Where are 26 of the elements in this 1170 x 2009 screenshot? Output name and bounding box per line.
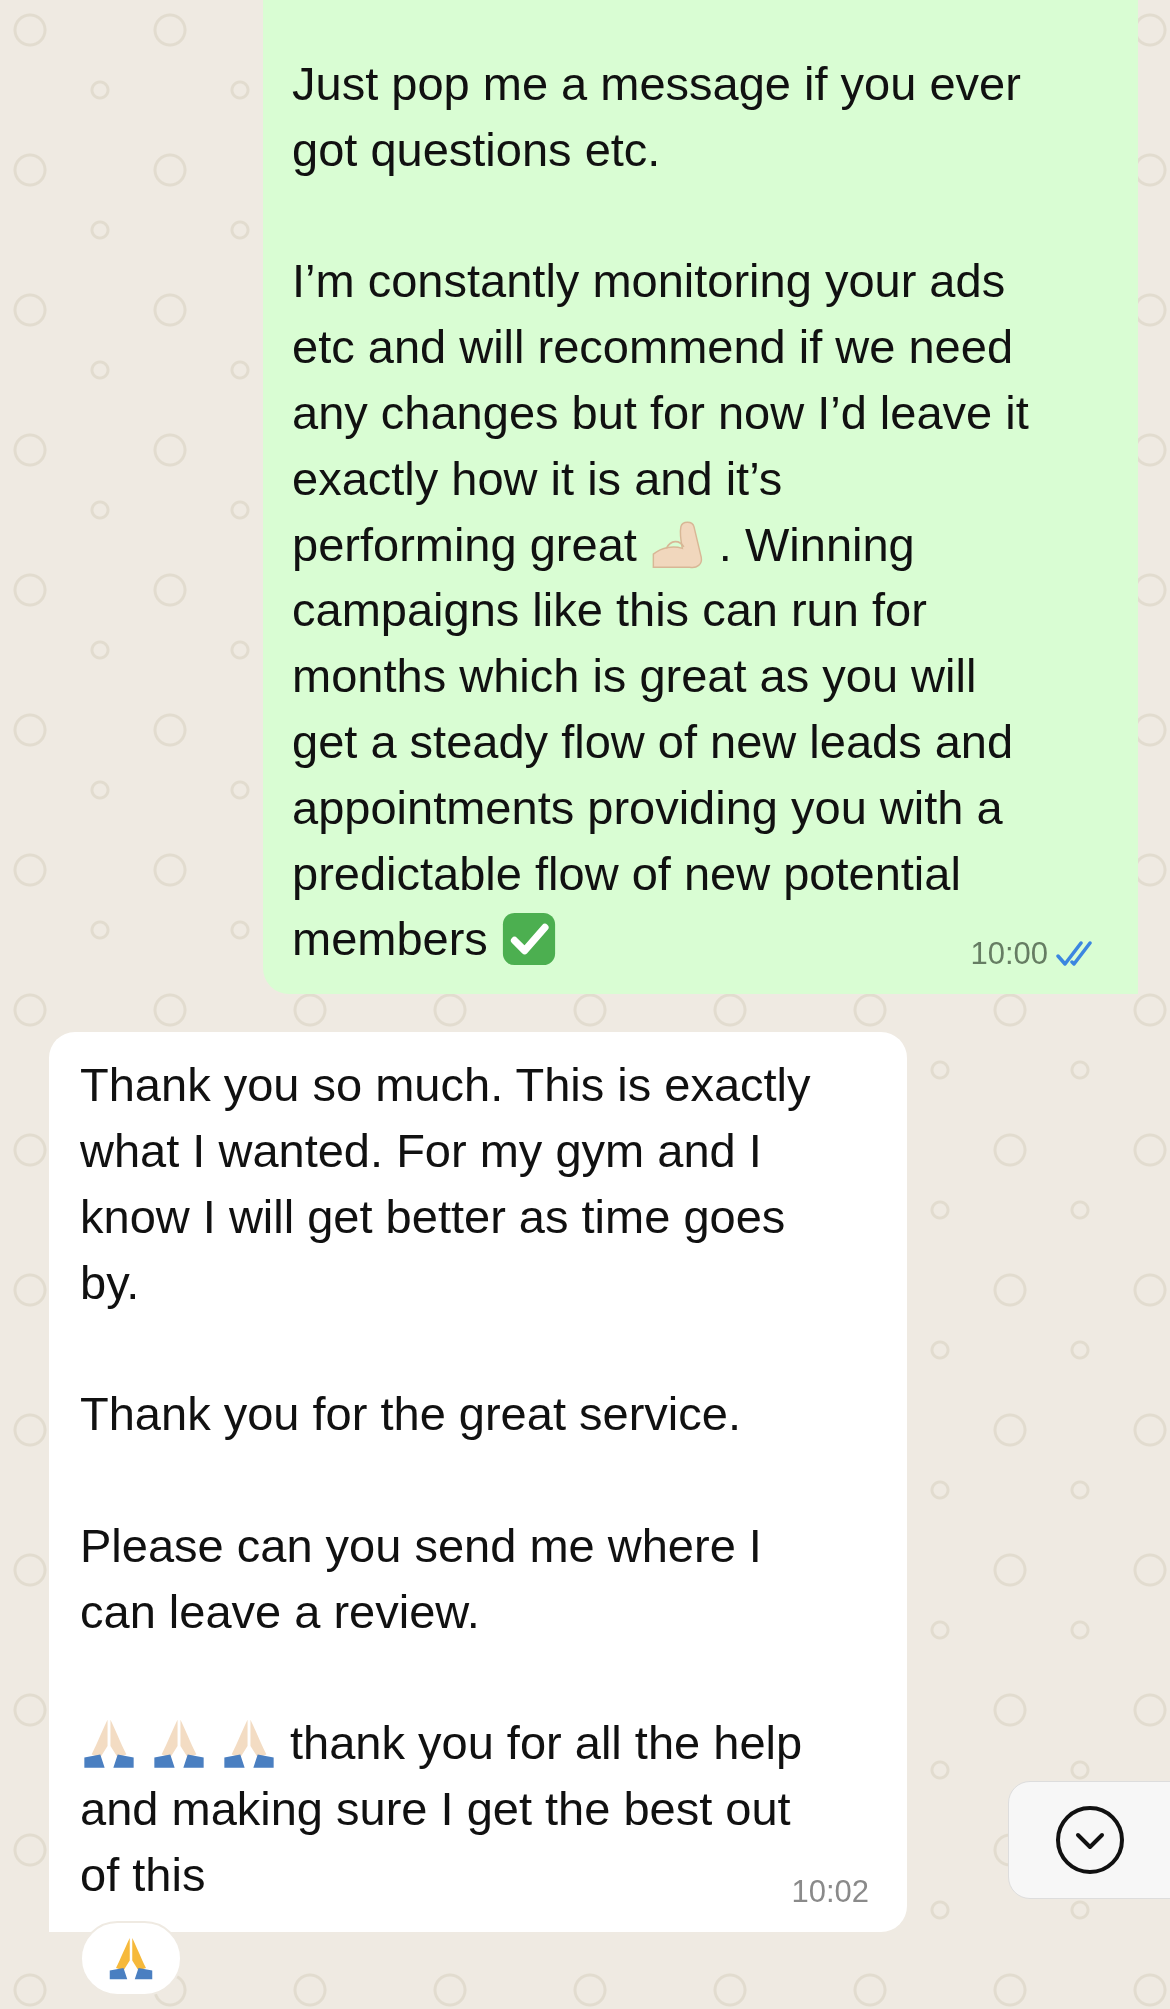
message-text: know I will get better as time goes [80, 1188, 786, 1245]
message-text: Please can you send me where I [80, 1517, 762, 1574]
message-text: appointments providing you with a [292, 779, 1003, 836]
message-text: . Winning [718, 516, 915, 573]
message-text: Thank you for the great service. [80, 1386, 741, 1443]
message-time: 10:00 [970, 936, 1048, 973]
message-text: of this [80, 1846, 206, 1903]
message-text: etc and will recommend if we need [292, 319, 1014, 376]
message-text: can leave a review. [80, 1583, 480, 1640]
message-text: what I wanted. For my gym and I [80, 1122, 762, 1179]
message-text: thank you for all the help [290, 1715, 803, 1772]
message-text: exactly how it is and it’s [292, 450, 783, 507]
message-text: months which is great as you will [292, 648, 977, 705]
message-text: Thank you so much. This is exactly [80, 1057, 811, 1114]
message-text: members [292, 911, 488, 968]
message-text: I’m constantly monitoring your ads [292, 253, 1006, 310]
message-text: by. [80, 1254, 140, 1311]
message-text: predictable flow of new potential [292, 845, 961, 902]
message-text: campaigns like this can run for [292, 582, 927, 639]
message-text: and making sure I get the best out [80, 1780, 791, 1837]
message-time: 10:02 [791, 1873, 869, 1910]
message-text: got questions etc. [292, 121, 661, 178]
message-text: Just pop me a message if you ever [292, 56, 1021, 112]
message-text: performing great [292, 516, 637, 573]
message-text: any changes but for now I’d leave it [292, 385, 1029, 441]
message-text: get a steady flow of new leads and [292, 713, 1014, 770]
